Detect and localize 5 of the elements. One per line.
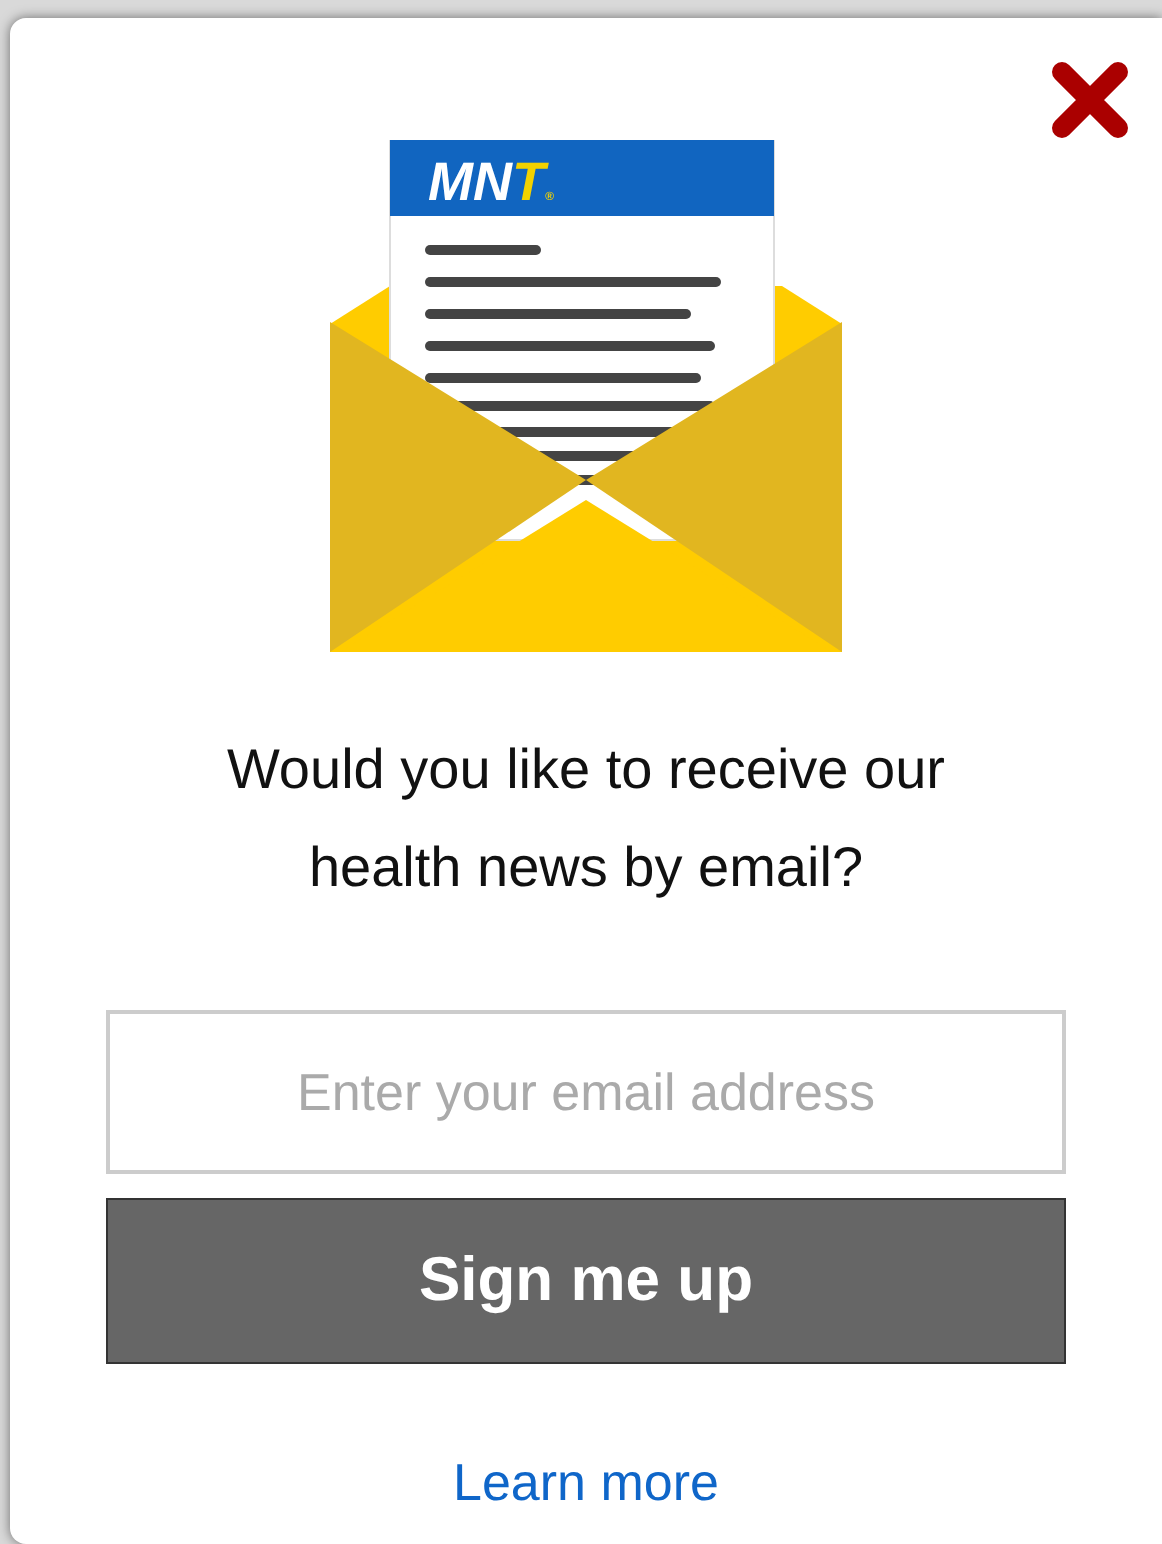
learn-more-link[interactable]: Learn more	[453, 1444, 719, 1522]
close-button[interactable]	[1050, 60, 1130, 140]
email-field[interactable]: Enter your email address	[106, 1010, 1066, 1174]
prompt-text: Would you like to receive our health news by email?	[225, 736, 947, 902]
signup-button[interactable]: Sign me up	[106, 1198, 1066, 1364]
